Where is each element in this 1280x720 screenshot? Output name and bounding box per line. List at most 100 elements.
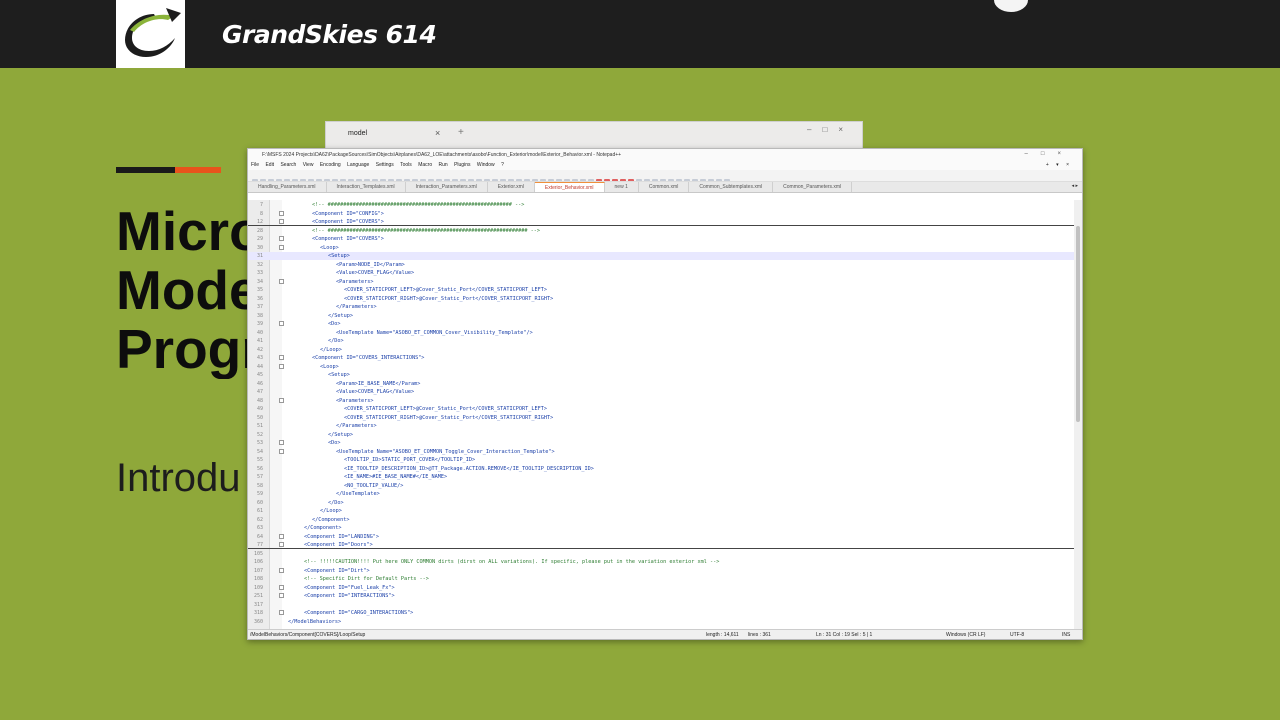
vertical-scrollbar[interactable] <box>1074 200 1082 630</box>
code-text[interactable]: <COVER_STATICPORT_RIGHT>@Cover_Static_Po… <box>344 296 553 302</box>
menu-file[interactable]: File <box>251 162 259 168</box>
code-text[interactable]: <Component ID="COVERS"> <box>312 219 384 225</box>
code-line[interactable]: 44 <Loop> <box>248 363 1078 371</box>
fold-toggle-icon[interactable] <box>279 355 284 360</box>
fold-toggle-icon[interactable] <box>279 236 284 241</box>
menu-plugins[interactable]: Plugins <box>454 162 470 168</box>
code-text[interactable]: <Do> <box>328 440 341 446</box>
code-text[interactable]: <Component ID="Fuel_Leak_Fx"> <box>304 585 395 591</box>
menu-edit[interactable]: Edit <box>265 162 274 168</box>
code-text[interactable]: </ModelBehaviors> <box>288 619 341 625</box>
code-line[interactable]: 318 <Component ID="CARGO_INTERACTIONS"> <box>248 609 1078 617</box>
fold-toggle-icon[interactable] <box>279 593 284 598</box>
code-text[interactable]: </Do> <box>328 338 344 344</box>
code-line[interactable]: 56 <IE_TOOLTIP_DESCRIPTION_ID>@TT_Package… <box>248 465 1078 473</box>
menu-help[interactable]: ? <box>501 162 504 168</box>
code-line[interactable]: 35 <COVER_STATICPORT_LEFT>@Cover_Static_P… <box>248 286 1078 294</box>
code-line[interactable]: 34 <Parameters> <box>248 278 1078 286</box>
fold-toggle-icon[interactable] <box>279 440 284 445</box>
menu-language[interactable]: Language <box>347 162 369 168</box>
fold-toggle-icon[interactable] <box>279 244 284 250</box>
code-line[interactable]: 53 <Do> <box>248 439 1078 447</box>
code-line[interactable]: 62 </Component> <box>248 516 1078 524</box>
code-text[interactable]: <UseTemplate Name="ASOBO_ET_COMMON_Toggl… <box>336 449 555 455</box>
code-text[interactable]: </Loop> <box>320 347 342 353</box>
fold-toggle-icon[interactable] <box>279 363 284 369</box>
code-line[interactable]: 43 <Component ID="COVERS_INTERACTIONS"> <box>248 354 1078 362</box>
editor-window-controls[interactable]: –□× <box>1025 151 1074 157</box>
code-line[interactable]: 52 </Setup> <box>248 431 1078 439</box>
code-line[interactable]: 32 <Param>NODE_ID</Param> <box>248 261 1078 269</box>
code-text[interactable]: </Component> <box>304 525 341 531</box>
code-text[interactable]: </Setup> <box>328 432 353 438</box>
file-tab[interactable]: Common.xml <box>639 182 690 192</box>
code-line[interactable]: 51 </Parameters> <box>248 422 1078 430</box>
code-line[interactable]: 49 <COVER_STATICPORT_LEFT>@Cover_Static_P… <box>248 405 1078 413</box>
code-line[interactable]: 60 </Do> <box>248 499 1078 507</box>
code-line[interactable]: 57 <IE_NAME>#IE_BASE_NAME#</IE_NAME> <box>248 473 1078 481</box>
code-text[interactable]: <IE_TOOLTIP_DESCRIPTION_ID>@TT_Package.A… <box>344 466 594 472</box>
fold-toggle-icon[interactable] <box>279 542 284 547</box>
code-text[interactable]: </Parameters> <box>336 423 377 429</box>
code-text[interactable]: </Loop> <box>320 508 342 514</box>
code-line[interactable]: 28 <!-- #################################… <box>248 227 1078 235</box>
menu-view[interactable]: View <box>303 162 314 168</box>
code-line[interactable]: 106 <!-- !!!!!CAUTION!!!! Put here ONLY C… <box>248 558 1078 566</box>
menu-window[interactable]: Window <box>477 162 495 168</box>
code-line[interactable]: 36 <COVER_STATICPORT_RIGHT>@Cover_Static_… <box>248 295 1078 303</box>
fold-toggle-icon[interactable] <box>279 448 284 454</box>
code-line[interactable]: 64 <Component ID="LANDING"> <box>248 533 1078 541</box>
code-text[interactable]: <IE_NAME>#IE_BASE_NAME#</IE_NAME> <box>344 474 447 480</box>
menu-right-controls[interactable]: + ▾ × <box>1046 162 1072 168</box>
code-text[interactable]: </Setup> <box>328 313 353 319</box>
code-text[interactable]: <!-- ###################################… <box>312 228 540 234</box>
code-line[interactable]: 42 </Loop> <box>248 346 1078 354</box>
close-tab-icon[interactable]: × <box>435 128 440 138</box>
code-text[interactable]: <Component ID="CONFIG"> <box>312 211 384 217</box>
code-line[interactable]: 47 <Value>COVER_FLAG</Value> <box>248 388 1078 396</box>
fold-toggle-icon[interactable] <box>279 397 284 403</box>
code-line[interactable]: 41 </Do> <box>248 337 1078 345</box>
code-text[interactable]: <Value>COVER_FLAG</Value> <box>336 270 414 276</box>
code-text[interactable]: <COVER_STATICPORT_LEFT>@Cover_Static_Por… <box>344 406 547 412</box>
code-text[interactable]: </Parameters> <box>336 304 377 310</box>
file-tab[interactable]: new 1 <box>605 182 639 192</box>
fold-toggle-icon[interactable] <box>279 610 284 615</box>
code-line[interactable]: 360 </ModelBehaviors> <box>248 618 1078 626</box>
code-text[interactable]: <Setup> <box>328 253 350 259</box>
code-line[interactable]: 39 <Do> <box>248 320 1078 328</box>
code-line[interactable]: 46 <Param>IE_BASE_NAME</Param> <box>248 380 1078 388</box>
code-line[interactable]: 108 <!-- Specific Dirt for Default Parts … <box>248 575 1078 583</box>
file-tab[interactable]: Interaction_Parameters.xml <box>406 182 488 192</box>
code-text[interactable]: <Component ID="LANDING"> <box>304 534 379 540</box>
fold-toggle-icon[interactable] <box>279 278 284 284</box>
code-line[interactable]: 55 <TOOLTIP_ID>STATIC_PORT_COVER</TOOLTIP… <box>248 456 1078 464</box>
code-text[interactable]: <Param>NODE_ID</Param> <box>336 262 405 268</box>
file-tab[interactable]: Handling_Parameters.xml <box>248 182 327 192</box>
code-line[interactable]: 109 <Component ID="Fuel_Leak_Fx"> <box>248 584 1078 592</box>
code-text[interactable]: <Do> <box>328 321 341 327</box>
code-line[interactable]: 30 <Loop> <box>248 244 1078 252</box>
file-tab[interactable]: Exterior_Behavior.xml <box>534 182 605 192</box>
menu-encoding[interactable]: Encoding <box>320 162 341 168</box>
code-line[interactable]: 77 <Component ID="Doors"> <box>248 541 1078 549</box>
file-tab[interactable]: Common_Parameters.xml <box>773 182 853 192</box>
code-text[interactable]: <Component ID="CARGO_INTERACTIONS"> <box>304 610 413 616</box>
code-text[interactable]: <Component ID="Doors"> <box>304 542 373 548</box>
code-line[interactable]: 50 <COVER_STATICPORT_RIGHT>@Cover_Static_… <box>248 414 1078 422</box>
code-text[interactable]: <!-- !!!!!CAUTION!!!! Put here ONLY COMM… <box>304 559 719 565</box>
code-text[interactable]: <Component ID="Dirt"> <box>304 568 370 574</box>
code-line[interactable]: 8 <Component ID="CONFIG"> <box>248 210 1078 218</box>
file-tab[interactable]: Common_Subtemplates.xml <box>689 182 774 192</box>
code-line[interactable]: 61 </Loop> <box>248 507 1078 515</box>
code-line[interactable]: 45 <Setup> <box>248 371 1078 379</box>
code-text[interactable]: <Parameters> <box>336 398 373 404</box>
explorer-window[interactable]: model × + –□× <box>325 121 863 151</box>
code-line[interactable]: 31 <Setup> <box>248 252 1078 260</box>
code-text[interactable]: <Loop> <box>320 245 339 251</box>
code-line[interactable]: 59 </UseTemplate> <box>248 490 1078 498</box>
tab-scroll-arrows[interactable]: ◂ ▸ <box>1072 183 1078 189</box>
new-tab-icon[interactable]: + <box>458 127 464 138</box>
code-line[interactable]: 40 <UseTemplate Name="ASOBO_ET_COMMON_Cov… <box>248 329 1078 337</box>
code-line[interactable]: 29 <Component ID="COVERS"> <box>248 235 1078 243</box>
